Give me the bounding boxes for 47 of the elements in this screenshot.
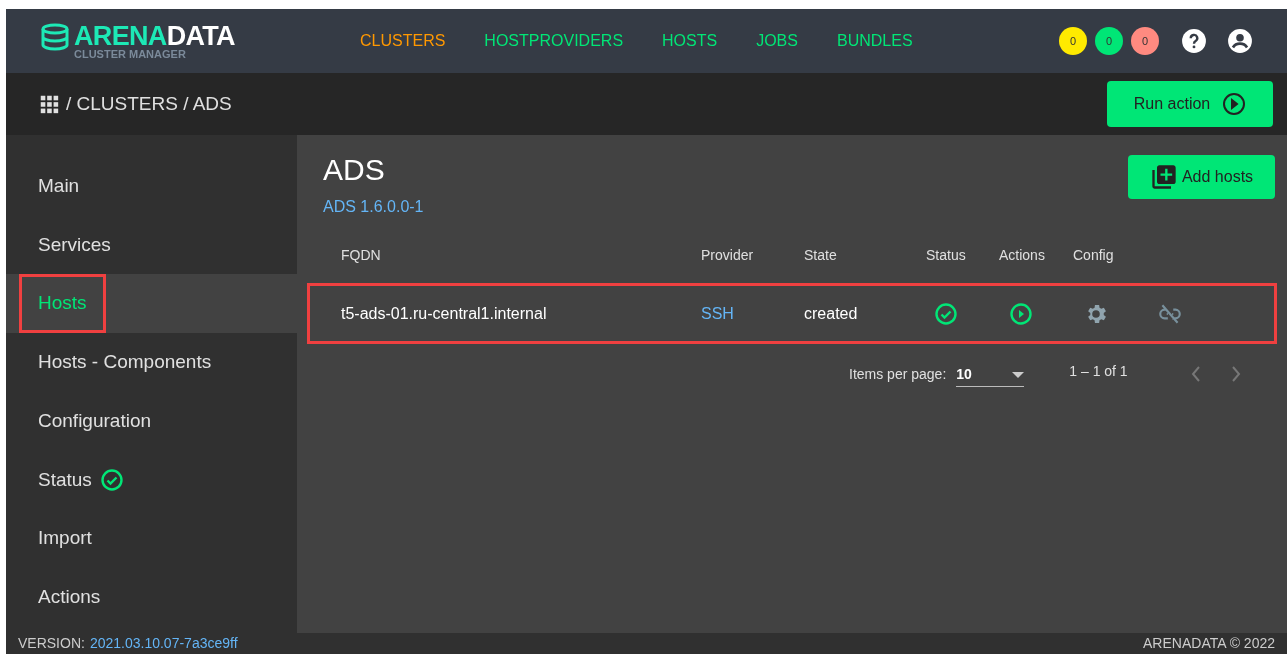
nav-link[interactable]: BUNDLES <box>836 29 913 53</box>
sidebar-item[interactable]: Hosts - Components <box>6 333 297 392</box>
add-hosts-button[interactable]: Add hosts <box>1128 155 1275 199</box>
notification-badge[interactable]: 0 <box>1059 27 1087 55</box>
nav-link[interactable]: HOSTPROVIDERS <box>484 29 624 53</box>
column-header: Status <box>926 245 967 265</box>
breadcrumb[interactable]: / CLUSTERS / ADS <box>66 89 232 119</box>
range-label: 1 – 1 of 1 <box>1069 361 1128 381</box>
dropdown-icon <box>1012 370 1025 379</box>
sidebar-item[interactable]: Main <box>6 157 297 216</box>
provider-link[interactable]: SSH <box>701 301 804 326</box>
account-icon[interactable] <box>1227 28 1253 54</box>
column-header: State <box>804 245 838 265</box>
version-link[interactable]: 2021.03.10.07-7a3ce9ff <box>89 633 238 654</box>
items-per-page-label: Items per page: <box>849 364 947 384</box>
nav-link[interactable]: CLUSTERS <box>360 29 446 53</box>
sidebar-item[interactable]: Status <box>6 450 297 510</box>
sidebar-item[interactable]: Configuration <box>6 391 297 451</box>
sidebar-item[interactable]: Services <box>6 215 297 275</box>
add-library-icon <box>1149 163 1178 191</box>
column-header: Actions <box>999 245 1046 265</box>
play-icon <box>1222 92 1247 116</box>
nav-link[interactable]: JOBS <box>756 29 798 53</box>
notification-badge[interactable]: 0 <box>1095 27 1123 55</box>
play-icon[interactable] <box>1009 301 1033 326</box>
database-icon <box>40 22 70 51</box>
column-header: Config <box>1073 245 1115 265</box>
column-header: FQDN <box>340 245 382 265</box>
nav-link[interactable]: HOSTS <box>662 29 718 53</box>
page-title: ADS <box>323 155 386 185</box>
apps-icon[interactable] <box>38 93 60 115</box>
table-cell-text: created <box>804 303 859 324</box>
run-action-button[interactable]: Run action <box>1107 81 1273 127</box>
help-icon[interactable] <box>1181 28 1207 54</box>
version-label: VERSION: <box>18 634 85 653</box>
column-header: Provider <box>701 245 755 265</box>
table-row[interactable]: t5-ads-01.ru-central1.internal SSH created <box>307 283 1277 344</box>
table-cell-text: t5-ads-01.ru-central1.internal <box>340 303 548 324</box>
sidebar-item[interactable]: Import <box>6 509 297 568</box>
page-size-select[interactable]: 10 <box>956 361 1025 387</box>
sidebar-item[interactable]: Hosts <box>6 274 297 334</box>
notification-badge[interactable]: 0 <box>1131 27 1159 55</box>
version-link[interactable]: ADS 1.6.0.0-1 <box>323 195 424 219</box>
copyright: ARENADATA © 2022 <box>1143 634 1275 653</box>
check-circle-icon[interactable] <box>934 301 958 326</box>
sidebar-item[interactable]: Actions <box>6 567 297 627</box>
logo[interactable]: ARENADATA CLUSTER MANAGER <box>40 22 330 60</box>
